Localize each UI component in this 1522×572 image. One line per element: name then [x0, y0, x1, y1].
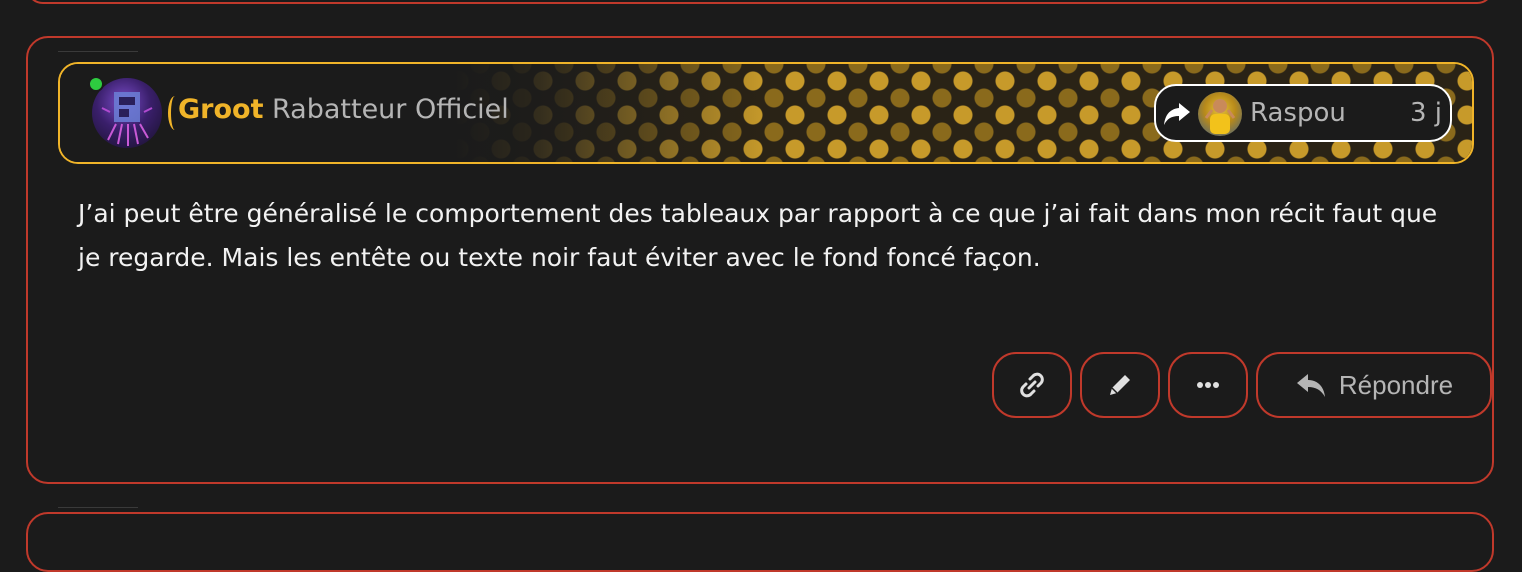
online-status-indicator: [88, 76, 104, 92]
edit-button[interactable]: [1080, 352, 1160, 418]
copy-link-button[interactable]: [992, 352, 1072, 418]
reply-to-avatar: [1198, 92, 1242, 136]
post-divider: [58, 51, 138, 52]
author-username[interactable]: Groot: [178, 94, 263, 125]
reply-to-username: Raspou: [1250, 98, 1346, 128]
reply-button-label: Répondre: [1338, 369, 1454, 400]
reply-button[interactable]: Répondre: [1256, 352, 1492, 418]
author-avatar-wrapper[interactable]: [88, 74, 166, 152]
more-options-button[interactable]: [1168, 352, 1248, 418]
ellipsis-icon: [1197, 382, 1219, 388]
pencil-icon: [1110, 375, 1130, 395]
post-card: Groot Rabatteur Officiel Raspou 3 j J’ai…: [26, 36, 1494, 484]
reply-to-tab[interactable]: Raspou 3 j: [1154, 84, 1452, 142]
reply-icon: [1296, 374, 1325, 397]
share-icon: [1162, 98, 1192, 132]
author-title: Rabatteur Officiel: [272, 94, 509, 125]
post-header-banner: Groot Rabatteur Officiel Raspou 3 j: [58, 62, 1474, 164]
link-icon: [1020, 372, 1044, 398]
previous-post-card: [26, 0, 1494, 4]
post-body: J’ai peut être généralisé le comportemen…: [78, 199, 1438, 272]
post-divider: [58, 507, 138, 508]
next-post-card: [26, 507, 1494, 572]
post-date[interactable]: 3 j: [1410, 98, 1442, 128]
